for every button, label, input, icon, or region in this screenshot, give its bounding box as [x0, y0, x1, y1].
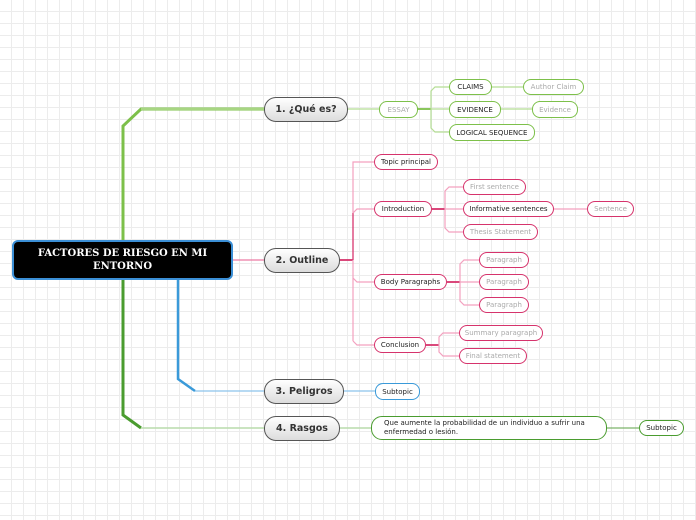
- connector-essay-claims: [430, 86, 449, 109]
- subtopic-label: Introduction: [381, 205, 425, 213]
- connector-conclusion-final: [438, 345, 459, 357]
- subtopic-label: Subtopic: [382, 387, 413, 396]
- subtopic-rasgos-description[interactable]: Que aumente la probabilidad de un indivi…: [371, 416, 607, 440]
- subtopic-author-claim[interactable]: Author Claim: [523, 79, 584, 95]
- subtopic-informative-sentences[interactable]: Informative sentences: [463, 201, 554, 217]
- topic-label: 3. Peligros: [275, 386, 333, 397]
- subtopic-conclusion[interactable]: Conclusion: [374, 337, 426, 353]
- subtopic-label: Informative sentences: [469, 205, 548, 213]
- topic-label: 1. ¿Qué es?: [275, 104, 337, 115]
- topic-peligros[interactable]: 3. Peligros: [264, 379, 344, 404]
- connector-body-p3: [459, 282, 479, 306]
- topic-label: 4. Rasgos: [276, 423, 328, 434]
- subtopic-label: Paragraph: [486, 256, 522, 264]
- subtopic-essay[interactable]: ESSAY: [379, 101, 418, 118]
- topic-rasgos[interactable]: 4. Rasgos: [264, 416, 340, 441]
- mind-map-canvas: FACTORES DE RIESGO EN MI ENTORNO 1. ¿Qué…: [0, 0, 696, 520]
- connector-topic2-conclusion: [352, 340, 374, 346]
- topic-outline[interactable]: 2. Outline: [264, 248, 340, 273]
- subtopic-label: First sentence: [470, 183, 519, 191]
- subtopic-label: LOGICAL SEQUENCE: [456, 128, 528, 137]
- subtopic-label: ESSAY: [387, 105, 410, 114]
- subtopic-logical-sequence[interactable]: LOGICAL SEQUENCE: [449, 124, 535, 141]
- subtopic-final-statement[interactable]: Final statement: [459, 348, 527, 364]
- central-topic[interactable]: FACTORES DE RIESGO EN MI ENTORNO: [12, 240, 233, 280]
- subtopic-label: Author Claim: [530, 83, 577, 91]
- subtopic-label: Conclusion: [380, 341, 420, 349]
- connector-conclusion-summary: [438, 332, 459, 345]
- subtopic-label: Body Paragraphs: [380, 278, 441, 286]
- connector-root-topic3: [176, 279, 196, 393]
- connector-intro-thesis: [444, 209, 463, 233]
- subtopic-label: Sentence: [594, 205, 627, 213]
- subtopic-label: Thesis Statement: [469, 228, 532, 236]
- subtopic-peligros-subtopic[interactable]: Subtopic: [375, 383, 420, 400]
- subtopic-label: Summary paragraph: [464, 329, 538, 337]
- subtopic-label: CLAIMS: [457, 83, 484, 91]
- subtopic-claims[interactable]: CLAIMS: [449, 79, 492, 95]
- subtopic-rasgos-subtopic[interactable]: Subtopic: [639, 420, 684, 436]
- subtopic-sentence[interactable]: Sentence: [587, 201, 634, 217]
- subtopic-topic-principal[interactable]: Topic principal: [374, 154, 438, 170]
- subtopic-evidence-detail[interactable]: Evidence: [532, 101, 578, 118]
- subtopic-label: Que aumente la probabilidad de un indivi…: [384, 419, 585, 436]
- connector-essay-logical: [430, 109, 449, 133]
- connector-topic2-intro: [352, 208, 374, 214]
- subtopic-label: Paragraph: [486, 278, 522, 286]
- subtopic-paragraph-2[interactable]: Paragraph: [479, 274, 529, 290]
- subtopic-thesis-statement[interactable]: Thesis Statement: [463, 224, 538, 240]
- subtopic-label: Paragraph: [486, 301, 522, 309]
- subtopic-summary-paragraph[interactable]: Summary paragraph: [459, 325, 543, 341]
- subtopic-label: EVIDENCE: [457, 105, 493, 114]
- topic-label: 2. Outline: [275, 255, 329, 266]
- connector-root-topic4: [121, 279, 142, 430]
- subtopic-first-sentence[interactable]: First sentence: [463, 179, 526, 195]
- connector-topic2-vertical: [352, 161, 374, 166]
- central-topic-label: FACTORES DE RIESGO EN MI ENTORNO: [37, 248, 208, 272]
- subtopic-paragraph-3[interactable]: Paragraph: [479, 297, 529, 313]
- subtopic-label: Topic principal: [381, 158, 432, 166]
- subtopic-evidence[interactable]: EVIDENCE: [449, 101, 501, 118]
- connector-intro-first: [444, 186, 463, 209]
- connector-root-topic1: [121, 107, 265, 242]
- connector-body-p1: [459, 259, 479, 282]
- subtopic-paragraph-1[interactable]: Paragraph: [479, 252, 529, 268]
- subtopic-introduction[interactable]: Introduction: [374, 201, 432, 217]
- topic-que-es[interactable]: 1. ¿Qué es?: [264, 97, 348, 122]
- subtopic-label: Final statement: [465, 352, 521, 360]
- subtopic-label: Subtopic: [646, 424, 677, 432]
- connector-topic2-body: [352, 277, 374, 283]
- subtopic-body-paragraphs[interactable]: Body Paragraphs: [374, 274, 447, 290]
- subtopic-label: Evidence: [539, 105, 571, 114]
